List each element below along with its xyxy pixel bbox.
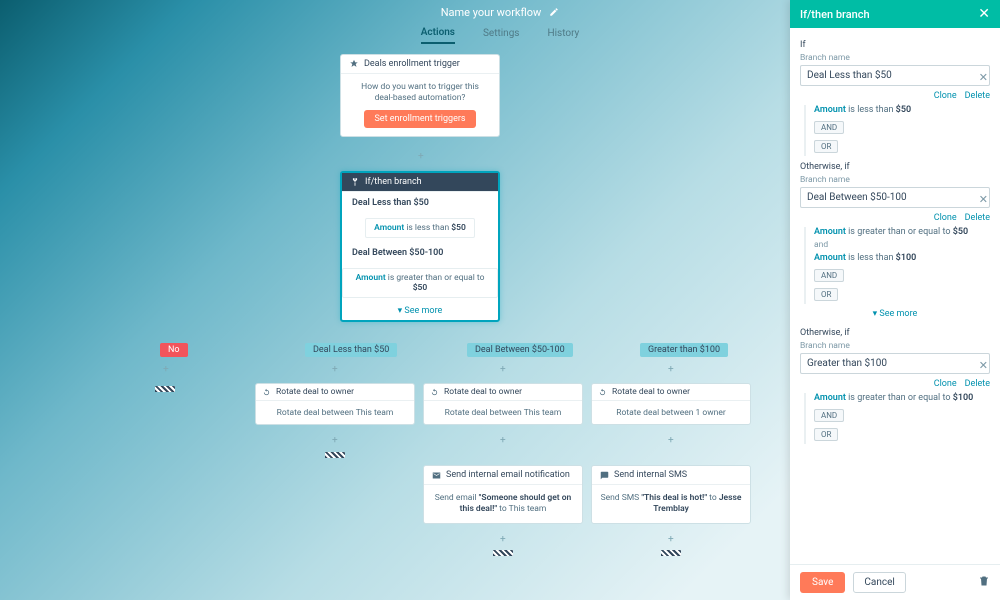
clone-link[interactable]: Clone	[934, 379, 957, 389]
if-label: If	[800, 40, 990, 50]
branch-2-condition: Amount is greater than or equal to $50	[342, 268, 498, 298]
rotate-card-1[interactable]: Rotate deal to owner Rotate deal between…	[255, 383, 415, 425]
branch-2a-condition[interactable]: Amount is greater than or equal to $50	[814, 227, 990, 237]
remove-branch-icon[interactable]: ✕	[979, 71, 988, 84]
plus-icon[interactable]: +	[500, 435, 506, 446]
set-enrollment-triggers-button[interactable]: Set enrollment triggers	[364, 110, 475, 128]
trash-icon[interactable]	[978, 575, 990, 590]
branch-2-name-input[interactable]	[800, 187, 990, 208]
rotate-card-3[interactable]: Rotate deal to owner Rotate deal between…	[591, 383, 751, 425]
trigger-icon	[349, 59, 359, 69]
or-chip[interactable]: OR	[814, 428, 838, 441]
branch-3-condition[interactable]: Amount is greater than or equal to $100	[814, 393, 990, 403]
branch-block-2: Branch name ✕ CloneDelete Amount is grea…	[800, 175, 990, 322]
trigger-prompt: How do you want to trigger this deal-bas…	[353, 82, 487, 104]
card-header: If/then branch	[342, 173, 498, 192]
enrollment-trigger-card[interactable]: Deals enrollment trigger How do you want…	[340, 54, 500, 137]
rotate-icon	[430, 388, 439, 397]
end-marker	[661, 550, 681, 556]
plus-icon[interactable]: +	[332, 364, 338, 375]
workflow-canvas[interactable]: Deals enrollment trigger How do you want…	[0, 46, 790, 600]
if-then-branch-card[interactable]: If/then branch Deal Less than $50 Amount…	[340, 171, 500, 322]
delete-link[interactable]: Delete	[965, 213, 990, 223]
or-chip[interactable]: OR	[814, 288, 838, 301]
branch-2-title: Deal Between $50-100	[342, 242, 498, 264]
clone-link[interactable]: Clone	[934, 213, 957, 223]
plus-icon[interactable]: +	[668, 435, 674, 446]
close-icon[interactable]: ✕	[978, 6, 990, 22]
branch-pill-no[interactable]: No	[160, 343, 188, 357]
delete-link[interactable]: Delete	[965, 379, 990, 389]
send-sms-card[interactable]: Send internal SMS Send SMS "This deal is…	[591, 465, 751, 524]
branch-pill-2[interactable]: Deal Between $50-100	[467, 343, 573, 357]
otherwise-label-2: Otherwise, if	[800, 328, 990, 338]
branch-pill-1[interactable]: Deal Less than $50	[305, 343, 397, 357]
panel-header: If/then branch ✕	[790, 0, 1000, 28]
remove-branch-icon[interactable]: ✕	[979, 193, 988, 206]
branch-editor-panel: If/then branch ✕ If Branch name ✕ CloneD…	[790, 0, 1000, 600]
branch-1-title: Deal Less than $50	[342, 192, 498, 214]
rotate-card-2[interactable]: Rotate deal to owner Rotate deal between…	[423, 383, 583, 425]
workflow-title: Name your workflow	[441, 6, 542, 19]
branch-1-condition[interactable]: Amount is less than $50	[814, 105, 990, 115]
plus-icon[interactable]: +	[668, 534, 674, 545]
branch-block-3: Branch name ✕ CloneDelete Amount is grea…	[800, 341, 990, 444]
otherwise-label: Otherwise, if	[800, 162, 990, 172]
plus-icon[interactable]: +	[500, 364, 506, 375]
plus-icon[interactable]: +	[418, 151, 424, 162]
send-email-card[interactable]: Send internal email notification Send em…	[423, 465, 583, 524]
plus-icon[interactable]: +	[332, 435, 338, 446]
delete-link[interactable]: Delete	[965, 91, 990, 101]
email-icon	[432, 471, 441, 480]
tab-history[interactable]: History	[547, 28, 579, 43]
cancel-button[interactable]: Cancel	[853, 572, 905, 593]
end-marker	[493, 550, 513, 556]
rotate-icon	[262, 388, 271, 397]
branch-3-name-input[interactable]	[800, 353, 990, 374]
panel-footer: Save Cancel	[790, 564, 1000, 600]
plus-icon[interactable]: +	[500, 534, 506, 545]
end-marker	[325, 452, 345, 458]
and-chip[interactable]: AND	[814, 269, 844, 282]
card-header: Deals enrollment trigger	[341, 55, 499, 74]
tab-actions[interactable]: Actions	[421, 27, 455, 44]
end-marker	[155, 386, 175, 392]
remove-branch-icon[interactable]: ✕	[979, 359, 988, 372]
rotate-icon	[598, 388, 607, 397]
and-chip[interactable]: AND	[814, 121, 844, 134]
and-chip[interactable]: AND	[814, 409, 844, 422]
branch-1-condition: Amount is less than $50	[365, 218, 475, 238]
branch-pill-3[interactable]: Greater than $100	[640, 343, 728, 357]
or-chip[interactable]: OR	[814, 140, 838, 153]
tab-settings[interactable]: Settings	[483, 28, 520, 43]
branch-2b-condition[interactable]: Amount is less than $100	[814, 253, 990, 263]
pencil-icon[interactable]	[549, 7, 559, 17]
see-more-link[interactable]: ▾ See more	[342, 302, 498, 320]
branch-icon	[350, 177, 360, 187]
sms-icon	[600, 471, 609, 480]
branch-block-1: Branch name ✕ CloneDelete Amount is less…	[800, 53, 990, 156]
clone-link[interactable]: Clone	[934, 91, 957, 101]
save-button[interactable]: Save	[800, 572, 845, 593]
see-more-link[interactable]: ▾ See more	[800, 306, 990, 322]
branch-1-name-input[interactable]	[800, 65, 990, 86]
plus-icon[interactable]: +	[163, 364, 169, 375]
plus-icon[interactable]: +	[668, 364, 674, 375]
